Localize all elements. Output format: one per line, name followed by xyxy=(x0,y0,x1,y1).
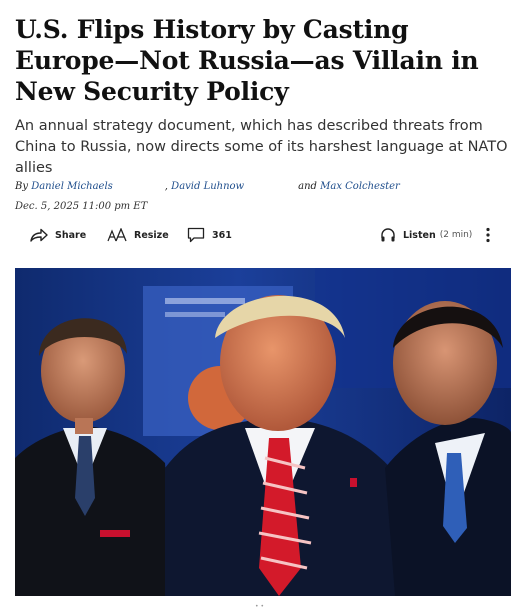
comment-icon xyxy=(187,227,205,243)
caption-marker: • • xyxy=(255,603,264,610)
resize-icon xyxy=(107,228,127,242)
article-toolbar: Share Resize 361 Listen (2 min) xyxy=(30,224,505,246)
resize-label: Resize xyxy=(134,229,169,241)
article-page: U.S. Flips History by Casting Europe—Not… xyxy=(0,0,523,610)
article-photo xyxy=(15,268,511,596)
listen-duration: (2 min) xyxy=(439,230,473,240)
byline-prefix: By xyxy=(15,181,28,192)
headphones-icon xyxy=(381,228,395,242)
byline-conjunction: and xyxy=(298,181,317,192)
resize-button[interactable]: Resize xyxy=(107,224,169,246)
publish-date: Dec. 5, 2025 11:00 pm ET xyxy=(15,201,148,212)
share-button[interactable]: Share xyxy=(30,224,86,246)
author-link[interactable]: Max Colchester xyxy=(320,181,400,192)
more-options-button[interactable] xyxy=(485,224,497,246)
byline-separator: , xyxy=(164,181,168,192)
more-vertical-icon xyxy=(485,227,490,243)
author-link[interactable]: David Luhnow xyxy=(171,181,244,192)
share-icon xyxy=(30,228,48,242)
comments-button[interactable]: 361 xyxy=(187,224,232,246)
byline: By Daniel Michaels, David Luhnow and Max … xyxy=(15,181,515,192)
listen-label: Listen xyxy=(403,229,436,241)
listen-button[interactable]: Listen (2 min) xyxy=(380,224,472,246)
author-link[interactable]: Daniel Michaels xyxy=(31,181,113,192)
article-dek: An annual strategy document, which has d… xyxy=(15,118,508,176)
share-label: Share xyxy=(55,229,87,241)
article-headline: U.S. Flips History by Casting Europe—Not… xyxy=(15,15,479,106)
comment-count: 361 xyxy=(212,229,232,241)
photo-illustration xyxy=(15,268,511,596)
